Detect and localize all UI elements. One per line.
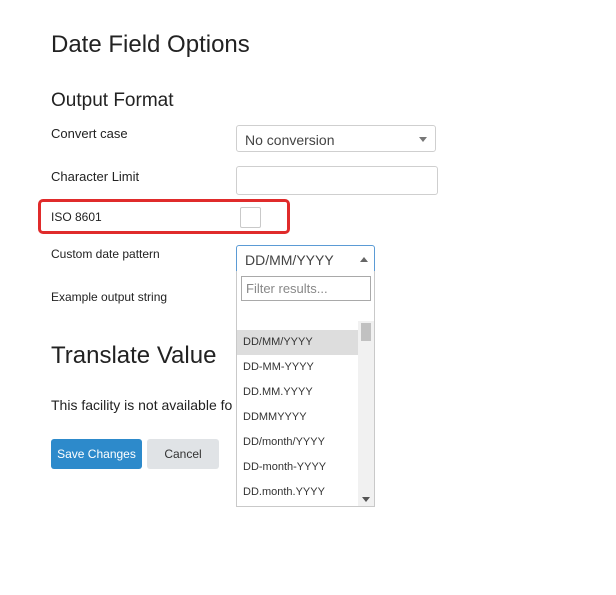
translate-note: This facility is not available fo — [51, 397, 233, 413]
custom-date-pattern-label: Custom date pattern — [51, 247, 160, 261]
example-output-label: Example output string — [51, 290, 168, 304]
character-limit-input[interactable] — [236, 166, 438, 195]
save-changes-button[interactable]: Save Changes — [51, 439, 142, 469]
translate-value-heading: Translate Value — [51, 342, 217, 369]
dropdown-option[interactable]: DD.MM.YYYY — [237, 380, 358, 405]
pattern-dropdown-panel: Filter results... DD/MM/YYYY DD-MM-YYYY … — [236, 271, 375, 507]
convert-case-select[interactable]: No conversion — [236, 125, 436, 152]
custom-date-pattern-value: DD/MM/YYYY — [245, 252, 334, 268]
convert-case-value: No conversion — [245, 132, 335, 148]
iso-8601-label: ISO 8601 — [51, 210, 102, 224]
dropdown-option[interactable]: DD-month-YYYY — [237, 455, 358, 480]
dropdown-option[interactable]: DD/month/YYYY — [237, 430, 358, 455]
chevron-down-icon — [419, 137, 427, 142]
dropdown-option[interactable]: DD/MM/YYYY — [237, 330, 358, 355]
output-format-heading: Output Format — [51, 90, 174, 111]
iso-8601-checkbox[interactable] — [240, 207, 261, 228]
scroll-down-icon[interactable] — [362, 497, 370, 502]
scrollbar-thumb[interactable] — [361, 323, 371, 341]
dropdown-scrollbar[interactable] — [358, 321, 374, 506]
dropdown-option[interactable]: DD-MM-YYYY — [237, 355, 358, 380]
chevron-up-icon — [360, 257, 368, 262]
cancel-button[interactable]: Cancel — [147, 439, 219, 469]
dropdown-option[interactable]: DDMMYYYY — [237, 405, 358, 430]
character-limit-label: Character Limit — [51, 169, 140, 184]
convert-case-label: Convert case — [51, 126, 128, 141]
page-title: Date Field Options — [51, 31, 250, 58]
custom-date-pattern-select[interactable]: DD/MM/YYYY — [236, 245, 375, 272]
filter-results-input[interactable]: Filter results... — [241, 276, 371, 301]
dropdown-option[interactable]: DD.month.YYYY — [237, 480, 358, 505]
